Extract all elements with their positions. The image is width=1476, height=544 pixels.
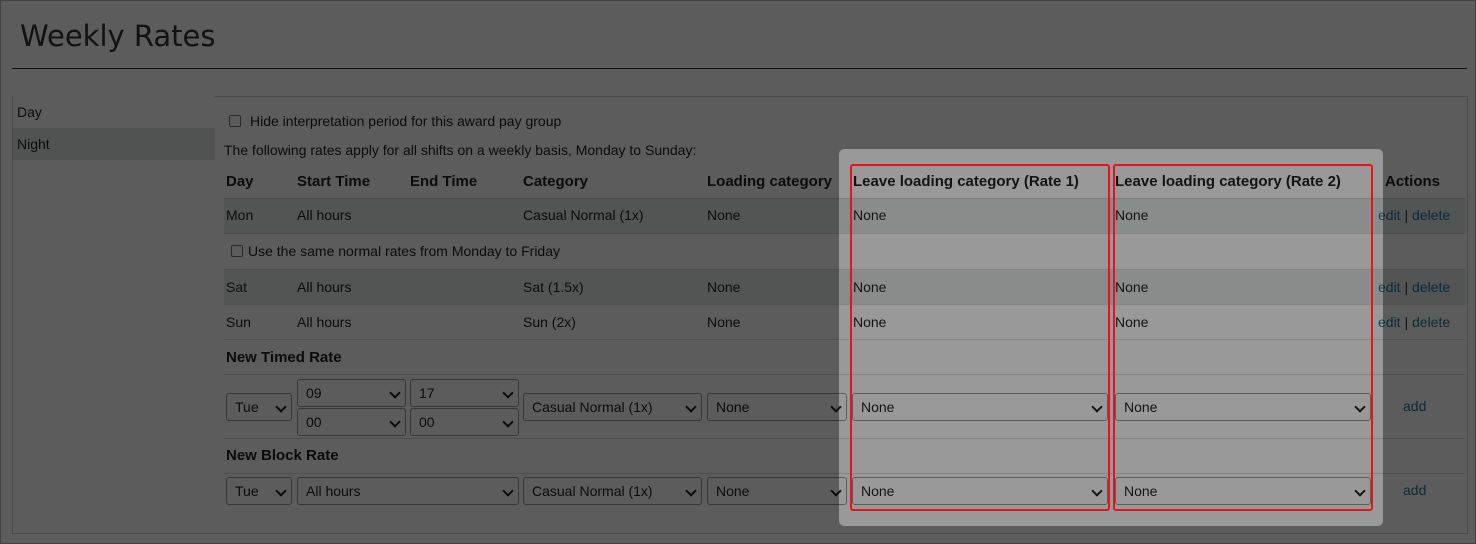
timed-loading-select[interactable]: None [707,393,847,421]
edit-link[interactable]: edit [1378,279,1401,295]
page-title: Weekly Rates [20,19,216,53]
chevron-down-icon [502,387,514,399]
chevron-down-icon [1091,485,1103,497]
same-rates-checkbox[interactable] [231,245,243,257]
block-add-link[interactable]: add [1403,482,1426,498]
timed-add-link[interactable]: add [1403,398,1426,414]
row-actions: edit | delete [1378,279,1450,295]
timed-category-select[interactable]: Casual Normal (1x) [523,393,702,421]
new-timed-rate-heading-row [224,340,1465,375]
column-header-leave-rate-1: Leave loading category (Rate 1) [853,173,1079,190]
chevron-down-icon [502,485,514,497]
row-loading-category: None [707,279,741,295]
timed-end-hour-select[interactable]: 17 [410,379,519,407]
chevron-down-icon [275,485,287,497]
column-header-end-time: End Time [410,173,478,190]
new-block-rate-heading-row [224,439,1465,474]
chevron-down-icon [830,485,842,497]
chevron-down-icon [389,416,401,428]
column-header-day: Day [226,173,254,190]
title-divider [12,68,1467,69]
table-row [224,305,1465,340]
action-separator: | [1404,314,1409,330]
chevron-down-icon [275,401,287,413]
row-category: Sat (1.5x) [523,279,584,295]
row-leave-rate-2: None [1115,314,1149,330]
edit-link[interactable]: edit [1378,314,1401,330]
column-header-start-time: Start Time [297,173,371,190]
row-start-time: All hours [297,279,352,295]
row-leave-rate-2: None [1115,279,1149,295]
hide-interpretation-checkbox[interactable] [229,115,241,127]
new-timed-rate-heading: New Timed Rate [226,349,342,366]
timed-start-minute-select[interactable]: 00 [297,408,406,436]
row-leave-rate-2: None [1115,207,1149,223]
row-day: Mon [226,207,254,223]
chevron-down-icon [830,401,842,413]
block-loading-select[interactable]: None [707,477,847,505]
block-leave-rate-1-select[interactable]: None [852,477,1108,505]
column-header-actions: Actions [1385,173,1441,190]
action-separator: | [1404,207,1409,223]
intro-text: The following rates apply for all shifts… [224,142,697,158]
block-day-select[interactable]: Tue [226,477,292,505]
chevron-down-icon [685,485,697,497]
block-leave-rate-2-select[interactable]: None [1115,477,1371,505]
timed-leave-rate-2-select[interactable]: None [1115,393,1371,421]
same-rates-label: Use the same normal rates from Monday to… [248,243,561,259]
chevron-down-icon [1354,485,1366,497]
new-block-rate-heading: New Block Rate [226,447,339,464]
chevron-down-icon [1354,401,1366,413]
edit-link[interactable]: edit [1378,207,1401,223]
row-start-time: All hours [297,207,352,223]
chevron-down-icon [502,416,514,428]
row-actions: edit | delete [1378,207,1450,223]
timed-leave-rate-1-select[interactable]: None [852,393,1108,421]
row-leave-rate-1: None [853,279,887,295]
column-header-leave-rate-2: Leave loading category (Rate 2) [1115,173,1341,190]
table-row [224,199,1465,234]
row-actions: edit | delete [1378,314,1450,330]
row-leave-rate-1: None [853,314,887,330]
chevron-down-icon [685,401,697,413]
column-header-loading-category: Loading category [707,173,833,190]
delete-link[interactable]: delete [1412,207,1450,223]
table-row [224,270,1465,305]
hide-interpretation-label: Hide interpretation period for this awar… [250,113,562,129]
row-loading-category: None [707,207,741,223]
row-loading-category: None [707,314,741,330]
timed-end-minute-select[interactable]: 00 [410,408,519,436]
row-day: Sun [226,314,251,330]
block-hours-select[interactable]: All hours [297,477,519,505]
timed-day-select[interactable]: Tue [226,393,292,421]
block-category-select[interactable]: Casual Normal (1x) [523,477,702,505]
sidebar-item-night[interactable]: Night [13,128,215,160]
action-separator: | [1404,279,1409,295]
delete-link[interactable]: delete [1412,314,1450,330]
delete-link[interactable]: delete [1412,279,1450,295]
row-day: Sat [226,279,248,295]
chevron-down-icon [389,387,401,399]
row-start-time: All hours [297,314,352,330]
timed-start-hour-select[interactable]: 09 [297,379,406,407]
row-leave-rate-1: None [853,207,887,223]
row-category: Casual Normal (1x) [523,207,644,223]
column-header-category: Category [523,173,589,190]
chevron-down-icon [1091,401,1103,413]
sidebar-item-day[interactable]: Day [13,96,215,128]
row-category: Sun (2x) [523,314,576,330]
